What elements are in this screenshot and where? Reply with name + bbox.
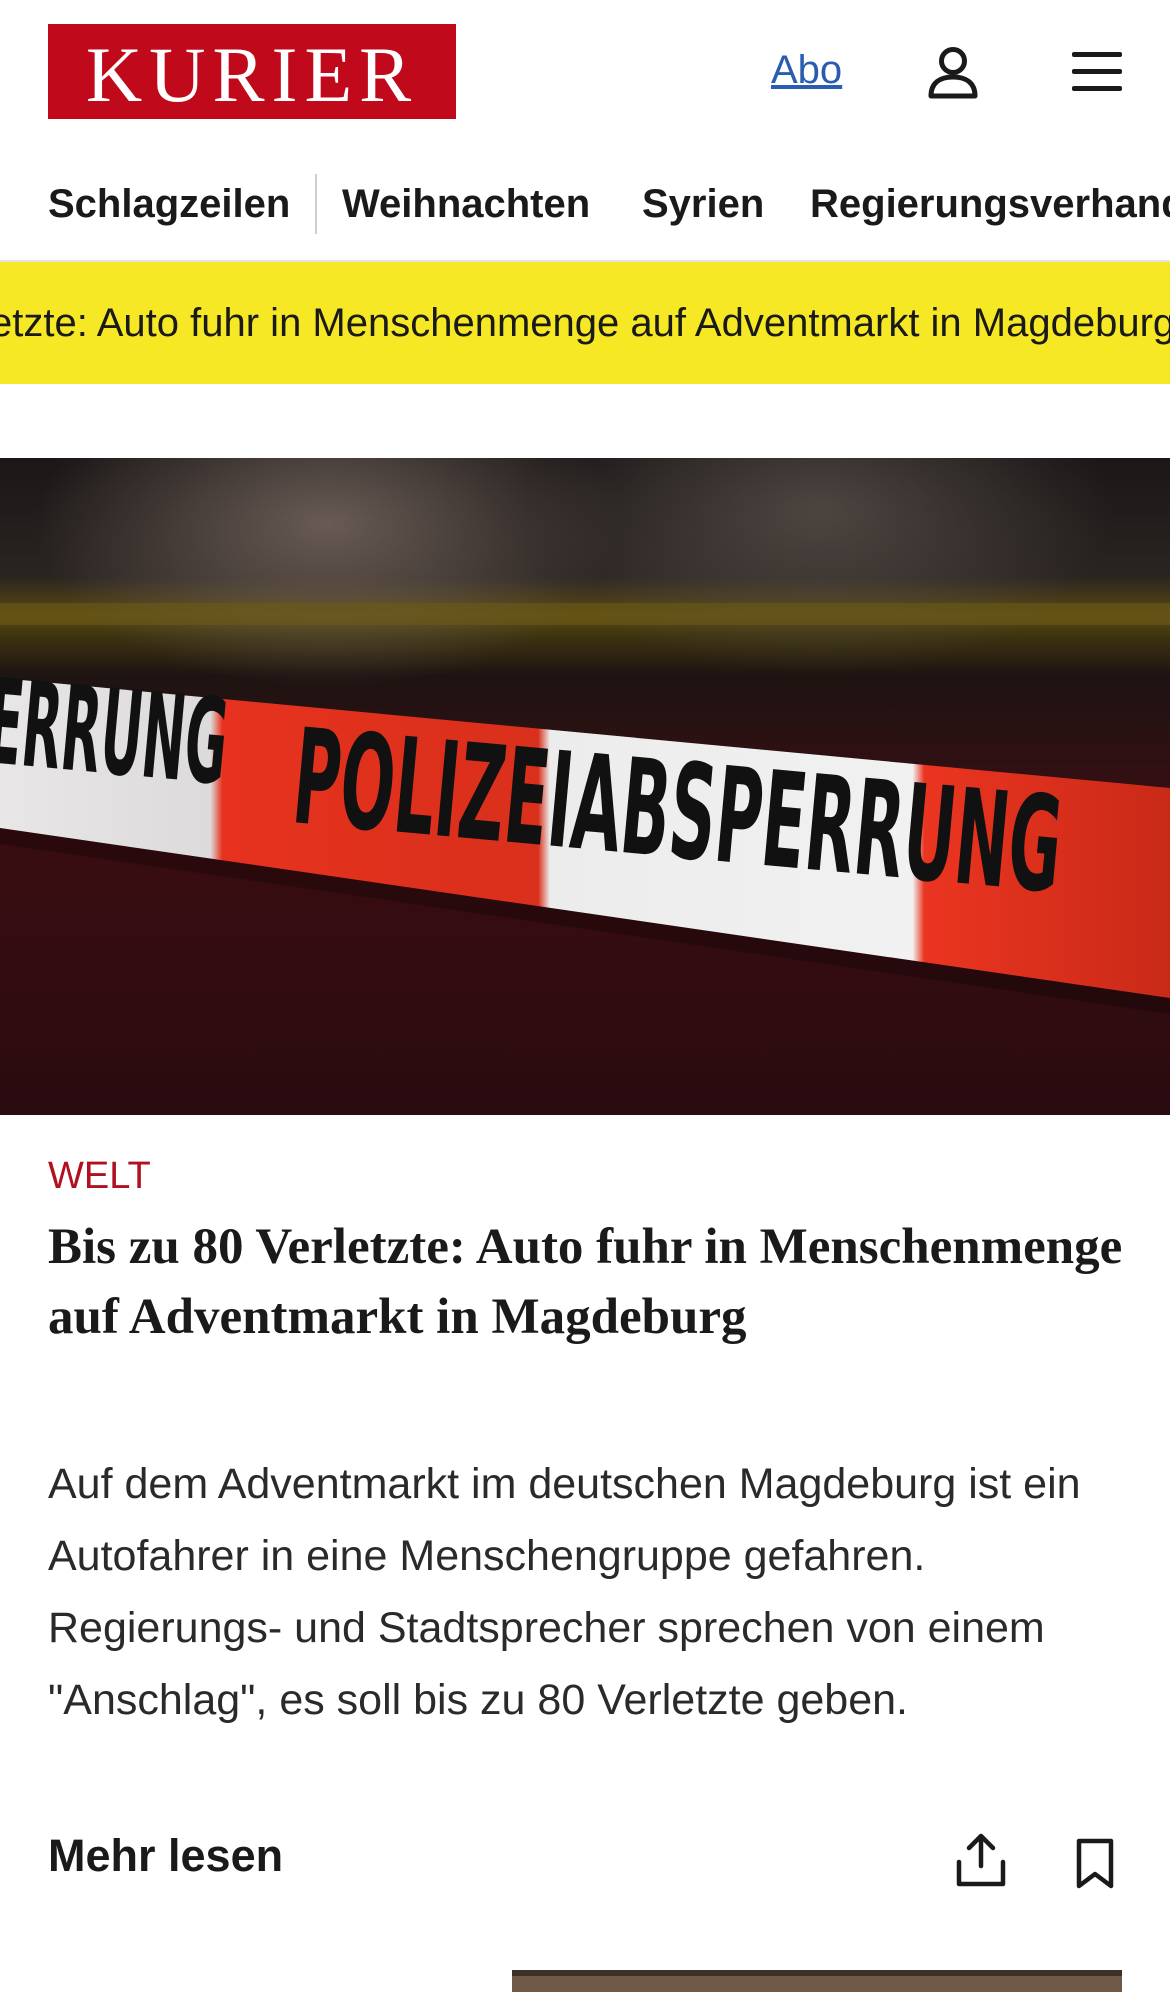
nav-item-regierungsverhandlungen[interactable]: Regierungsverhandlungen bbox=[810, 182, 1170, 227]
bookmark-icon[interactable] bbox=[1075, 1838, 1115, 1890]
hero-tape-text-left: ERRUNG bbox=[0, 652, 233, 811]
share-icon[interactable] bbox=[955, 1832, 1007, 1888]
logo-text: KURIER bbox=[85, 30, 419, 118]
nav-item-weihnachten[interactable]: Weihnachten bbox=[342, 182, 590, 227]
hamburger-menu-icon[interactable] bbox=[1070, 48, 1126, 96]
ticker-text: etzte: Auto fuhr in Menschenmenge auf Ad… bbox=[0, 301, 1170, 345]
topic-nav: Schlagzeilen Weihnachten Syrien Regierun… bbox=[0, 160, 1170, 262]
nav-item-schlagzeilen[interactable]: Schlagzeilen bbox=[48, 182, 290, 227]
hero-image[interactable]: ERRUNG POLIZEIABSPERRUNG bbox=[0, 458, 1170, 1115]
breaking-news-ticker[interactable]: etzte: Auto fuhr in Menschenmenge auf Ad… bbox=[0, 262, 1170, 384]
kurier-logo[interactable]: KURIER bbox=[48, 24, 456, 119]
site-header: KURIER Abo bbox=[0, 0, 1170, 145]
user-icon[interactable] bbox=[925, 44, 981, 100]
read-more-link[interactable]: Mehr lesen bbox=[48, 1830, 283, 1882]
nav-divider bbox=[315, 174, 317, 234]
article-headline[interactable]: Bis zu 80 Verletzte: Auto fuhr in Mensch… bbox=[48, 1212, 1128, 1352]
next-article-thumbnail-edge bbox=[512, 1970, 1122, 1976]
article-teaser: Auf dem Adventmarkt im deutschen Magdebu… bbox=[48, 1460, 1081, 1724]
nav-item-syrien[interactable]: Syrien bbox=[642, 182, 764, 227]
section-label[interactable]: WELT bbox=[48, 1155, 151, 1198]
abo-link[interactable]: Abo bbox=[771, 48, 842, 93]
